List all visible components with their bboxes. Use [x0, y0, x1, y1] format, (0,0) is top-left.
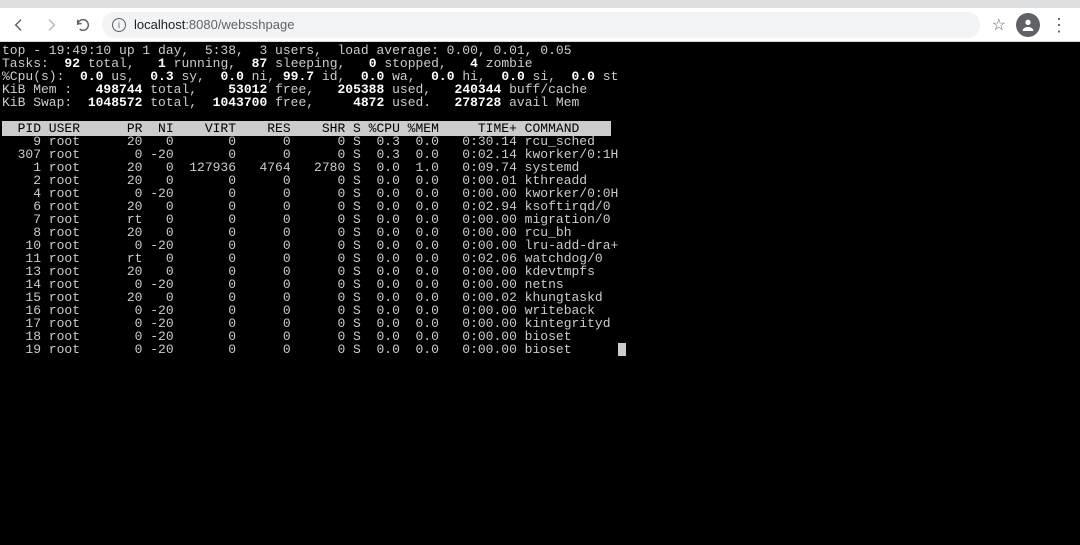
tab-strip — [0, 0, 1080, 8]
swap-line: KiB Swap: 1048572 total, 1043700 free, 4… — [2, 95, 579, 110]
terminal-cursor — [618, 343, 626, 356]
url-text: localhost:8080/websshpage — [134, 17, 294, 32]
bookmark-icon[interactable]: ☆ — [992, 15, 1006, 35]
forward-button[interactable] — [38, 12, 64, 38]
menu-icon[interactable]: ⋮ — [1050, 16, 1068, 34]
browser-toolbar: i localhost:8080/websshpage ☆ ⋮ — [0, 8, 1080, 42]
process-row: 19 root 0 -20 0 0 0 S 0.0 0.0 0:00.00 bi… — [2, 342, 572, 357]
reload-button[interactable] — [70, 12, 96, 38]
profile-avatar[interactable] — [1016, 13, 1040, 37]
address-bar[interactable]: i localhost:8080/websshpage — [102, 12, 980, 38]
site-info-icon[interactable]: i — [112, 18, 126, 32]
terminal[interactable]: top - 19:49:10 up 1 day, 5:38, 3 users, … — [0, 42, 1080, 545]
back-button[interactable] — [6, 12, 32, 38]
